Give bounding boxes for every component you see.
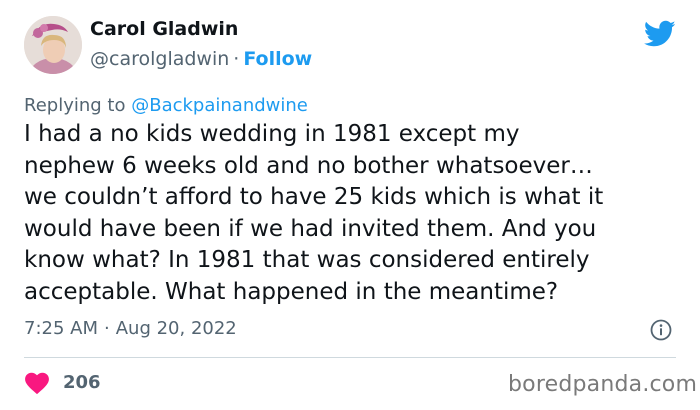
follow-button[interactable]: Follow: [243, 48, 312, 70]
twitter-bird-icon[interactable]: [644, 20, 676, 48]
author-handle-row: @carolgladwin · Follow: [90, 48, 312, 70]
tweet-date: Aug 20, 2022: [115, 318, 237, 339]
tweet-timestamp[interactable]: 7:25 AM · Aug 20, 2022: [24, 318, 237, 339]
watermark: boredpanda.com: [508, 372, 698, 397]
info-icon[interactable]: [650, 319, 672, 341]
author-handle[interactable]: @carolgladwin: [90, 48, 229, 70]
handle-separator: ·: [233, 48, 240, 70]
tweet-line: know what? In 1981 that was considered e…: [24, 247, 590, 273]
timestamp-separator: ·: [104, 318, 110, 339]
divider: [24, 357, 676, 358]
replying-prefix: Replying to: [24, 95, 126, 116]
avatar[interactable]: [24, 16, 82, 74]
tweet-time: 7:25 AM: [24, 318, 98, 339]
tweet-line: we couldn’t afford to have 25 kids which…: [24, 184, 604, 210]
tweet-text: I had a no kids wedding in 1981 except m…: [24, 119, 676, 308]
tweet-line: acceptable. What happened in the meantim…: [24, 278, 559, 305]
like-count[interactable]: 206: [63, 372, 101, 393]
replying-to: Replying to @Backpainandwine: [24, 95, 308, 116]
tweet-line: nephew 6 weeks old and no bother whatsoe…: [24, 152, 593, 179]
reply-mention-link[interactable]: @Backpainandwine: [131, 95, 308, 116]
tweet-line: I had a no kids wedding in 1981 except m…: [24, 121, 520, 147]
tweet-line: would have been if we had invited them. …: [24, 215, 597, 242]
avatar-photo: [24, 16, 82, 74]
author-name[interactable]: Carol Gladwin: [90, 18, 238, 40]
heart-icon[interactable]: [24, 371, 50, 395]
